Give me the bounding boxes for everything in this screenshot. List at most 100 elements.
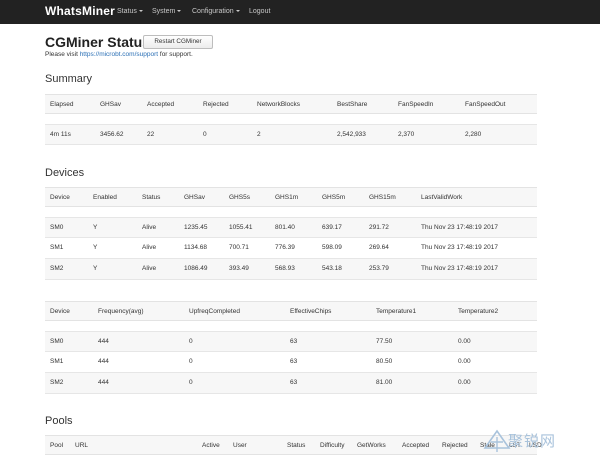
column-header: Rejected [442, 442, 468, 449]
table-cell: 444 [98, 379, 109, 386]
support-suffix: for support. [158, 51, 193, 58]
site-watermark: 聚锐网 [483, 428, 600, 456]
summary-title: Summary [45, 73, 93, 85]
nav-status-label: Status [117, 8, 137, 15]
table-cell: 393.49 [229, 265, 249, 272]
table-header-row: Elapsed GHSav Accepted Rejected NetworkB… [45, 94, 537, 114]
table-cell: 81.00 [376, 379, 393, 386]
table-cell: 2,280 [465, 131, 482, 138]
nav-configuration[interactable]: Configuration [192, 8, 240, 15]
devices-table: Device Enabled Status GHSav GHS5s GHS1m … [45, 187, 537, 280]
brand-logo[interactable]: WhatsMiner [45, 4, 115, 18]
table-cell: SM2 [50, 265, 64, 272]
table-cell: SM0 [50, 338, 64, 345]
table-cell: SM0 [50, 224, 64, 231]
column-header: GHS5m [322, 194, 346, 201]
summary-table: Elapsed GHSav Accepted Rejected NetworkB… [45, 94, 537, 145]
column-header: Rejected [203, 101, 229, 108]
table-cell: 568.93 [275, 265, 295, 272]
column-header: Status [287, 442, 306, 449]
table-cell: Alive [142, 224, 157, 231]
column-header: Accepted [147, 101, 175, 108]
table-cell: Thu Nov 23 17:48:19 2017 [421, 244, 498, 251]
pools-title: Pools [45, 415, 73, 427]
table-cell: 291.72 [369, 224, 389, 231]
table-cell: SM1 [50, 358, 64, 365]
support-note: Please visit https://microbt.com/support… [45, 51, 193, 58]
support-prefix: Please visit [45, 51, 80, 58]
table-cell: 269.64 [369, 244, 389, 251]
column-header: BestShare [337, 101, 368, 108]
table-cell: 2,370 [398, 131, 415, 138]
chevron-down-icon [235, 10, 240, 12]
table-cell: Y [93, 244, 98, 251]
column-header: Device [50, 194, 70, 201]
table-cell: 253.79 [369, 265, 389, 272]
table-cell: 444 [98, 358, 109, 365]
column-header: Accepted [402, 442, 430, 449]
column-header: GHS5s [229, 194, 250, 201]
table-cell: 0 [189, 338, 193, 345]
column-header: GHSav [184, 194, 205, 201]
table-cell: 2 [257, 131, 261, 138]
column-header: Temperature1 [376, 308, 417, 315]
table-row: SM1 Y Alive 1134.68 700.71 776.39 598.09… [45, 238, 537, 259]
table-cell: Alive [142, 265, 157, 272]
chevron-down-icon [177, 10, 182, 12]
watermark-text: 聚锐网 [508, 432, 557, 450]
column-header: Elapsed [50, 101, 74, 108]
chevron-down-icon [138, 10, 143, 12]
table-header-row: Device Enabled Status GHSav GHS5s GHS1m … [45, 187, 537, 207]
nav-configuration-label: Configuration [192, 8, 234, 15]
restart-cgminer-button[interactable]: Restart CGMiner [143, 35, 213, 49]
column-header: NetworkBlocks [257, 101, 300, 108]
table-cell: 543.18 [322, 265, 342, 272]
table-cell: 3456.62 [100, 131, 124, 138]
table-header-row: Pool URL Active User Status Difficulty G… [45, 435, 542, 455]
table-cell: SM2 [50, 379, 64, 386]
support-link[interactable]: https://microbt.com/support [80, 51, 158, 58]
table-cell: 0.00 [458, 379, 471, 386]
table-row: 4m 11s 3456.62 22 0 2 2,542,933 2,370 2,… [45, 124, 537, 145]
column-header: GHS15m [369, 194, 396, 201]
table-cell: 63 [290, 379, 298, 386]
table-cell: 1086.49 [184, 265, 208, 272]
table-cell: 2,542,933 [337, 131, 366, 138]
table-cell: 0 [189, 379, 193, 386]
table-cell: 444 [98, 338, 109, 345]
table-cell: 0.00 [458, 338, 471, 345]
table-cell: SM1 [50, 244, 64, 251]
table-cell: 0.00 [458, 358, 471, 365]
column-header: FanSpeedIn [398, 101, 434, 108]
table-row: SM0 444 0 63 77.50 0.00 [45, 331, 537, 352]
column-header: Status [142, 194, 161, 201]
table-cell: 1055.41 [229, 224, 253, 231]
nav-logout-label: Logout [249, 8, 271, 15]
table-cell: 4m 11s [50, 131, 71, 138]
table-cell: Y [93, 265, 98, 272]
table-cell: 801.40 [275, 224, 295, 231]
table-cell: 77.50 [376, 338, 393, 345]
table-cell: Thu Nov 23 17:48:19 2017 [421, 224, 498, 231]
table-cell: 700.71 [229, 244, 249, 251]
table-row: SM0 Y Alive 1235.45 1055.41 801.40 639.1… [45, 217, 537, 238]
table-cell: Thu Nov 23 17:48:19 2017 [421, 265, 498, 272]
table-cell: 639.17 [322, 224, 342, 231]
table-cell: 0 [203, 131, 207, 138]
nav-logout[interactable]: Logout [249, 8, 270, 15]
pools-table: Pool URL Active User Status Difficulty G… [45, 435, 542, 455]
nav-status[interactable]: Status [117, 8, 143, 15]
column-header: Difficulty [320, 442, 345, 449]
column-header: GHS1m [275, 194, 299, 201]
table-cell: 1134.68 [184, 244, 208, 251]
table-cell: 776.39 [275, 244, 295, 251]
column-header: Active [202, 442, 220, 449]
table-cell: 22 [147, 131, 155, 138]
table-cell: Alive [142, 244, 157, 251]
table-cell: 0 [189, 358, 193, 365]
table-header-row: Device Frequency(avg) UpfreqCompleted Ef… [45, 301, 537, 321]
nav-system[interactable]: System [152, 8, 182, 15]
nav-system-label: System [152, 8, 176, 15]
table-cell: 63 [290, 358, 298, 365]
column-header: GHSav [100, 101, 121, 108]
